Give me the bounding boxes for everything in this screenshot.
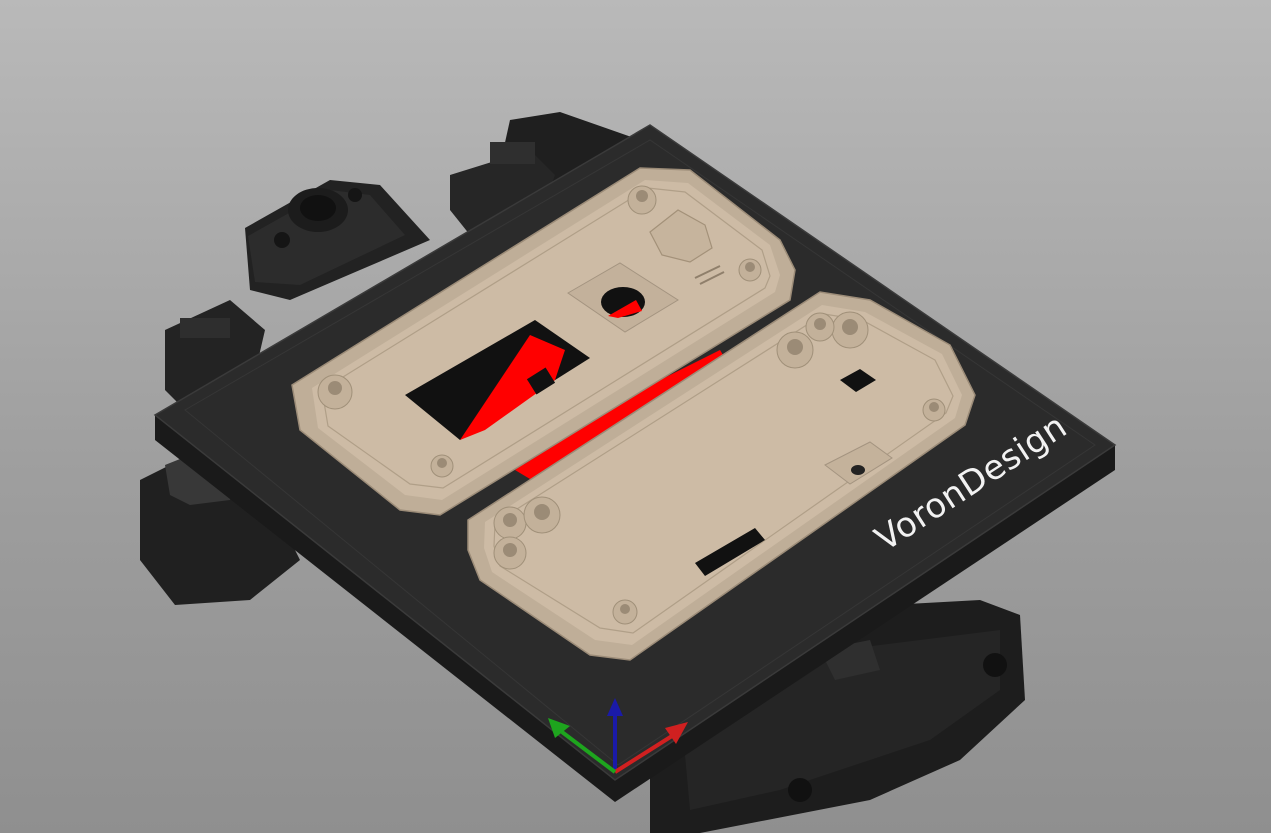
3d-viewport[interactable]: VoronDesign bbox=[0, 0, 1271, 833]
build-plate-scene[interactable]: VoronDesign bbox=[0, 0, 1271, 833]
